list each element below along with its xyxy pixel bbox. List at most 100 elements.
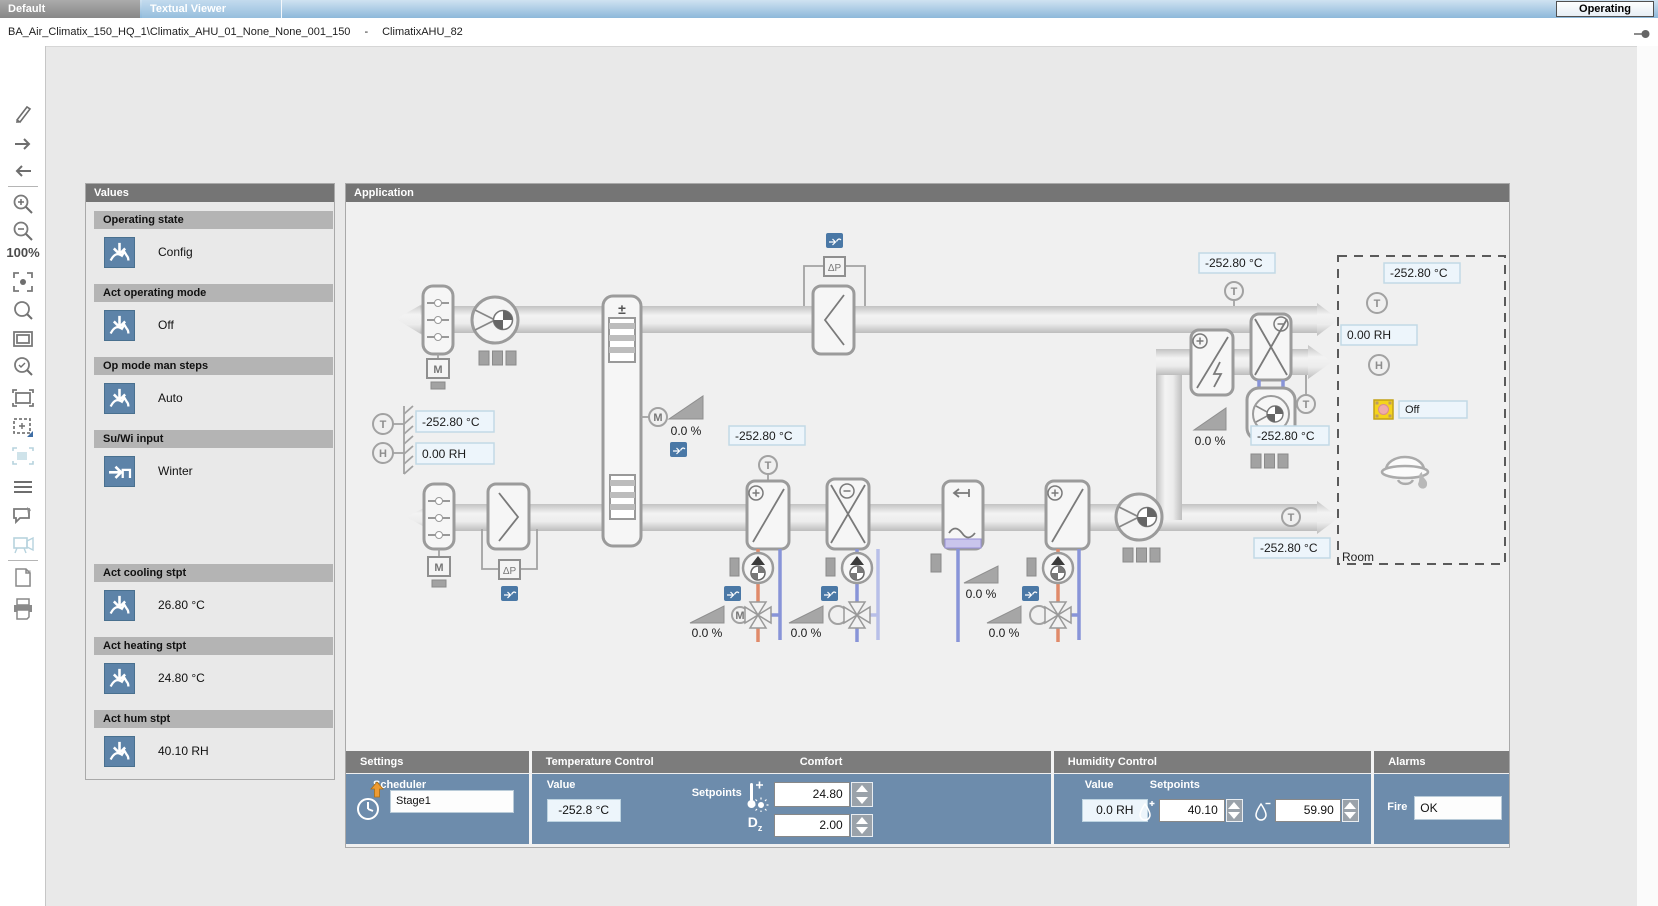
deadzone-setpoint-input[interactable]: 2.00 [774, 814, 850, 837]
pages-icon[interactable] [11, 566, 35, 590]
deadzone-setpoint-spinner[interactable] [851, 814, 873, 837]
op-mode-man-steps-value: Auto [158, 391, 183, 405]
svg-text:0.0 %: 0.0 % [966, 587, 997, 601]
zoom-level[interactable]: 100% [2, 245, 44, 260]
smoke-detector-icon[interactable] [1382, 457, 1428, 489]
act-cooling-stpt-value: 26.80 °C [158, 598, 205, 612]
svg-text:-252.80 °C: -252.80 °C [1257, 429, 1315, 443]
heat-recovery-actuator: M 0.0 % [641, 396, 703, 457]
svg-text:-252.80 °C: -252.80 °C [1260, 541, 1318, 555]
print-icon[interactable] [11, 596, 35, 620]
layers-icon[interactable] [11, 474, 35, 498]
svg-text:0.0 %: 0.0 % [671, 424, 702, 438]
hum-high-setpoint-input[interactable]: 59.90 [1275, 799, 1341, 822]
svg-text:T: T [765, 460, 772, 472]
comfort-setpoint-spinner[interactable] [851, 782, 873, 807]
zoom-out-icon[interactable] [11, 219, 35, 243]
extract-temp-sensor: T -252.80 °C [1199, 253, 1275, 306]
setpoint-button-icon[interactable] [104, 663, 135, 694]
room-zone: -252.80 °C T 0.00 RH H Off Room [1338, 256, 1505, 564]
svg-text:-252.80 °C: -252.80 °C [1390, 266, 1448, 280]
bottom-control-bar: Settings Temperature ControlComfort Humi… [346, 751, 1509, 844]
electric-heater[interactable]: 0.0 % [1191, 330, 1233, 448]
temperature-section: Value -252.8 °C Setpoints 24.80 Dz 2.00 [532, 774, 1051, 844]
temp-value-field[interactable]: -252.8 °C [547, 799, 621, 822]
zoom-in-icon[interactable] [11, 192, 35, 216]
svg-text:M: M [434, 562, 443, 574]
edit-pen-icon[interactable] [11, 102, 35, 126]
section-act-operating-mode: Act operating mode [94, 284, 333, 302]
operating-mode-button[interactable]: Operating [1556, 1, 1654, 17]
hum-low-setpoint-spinner[interactable] [1226, 799, 1243, 822]
heating-coil-1[interactable]: T -252.80 °C M 0.0 % [690, 426, 805, 642]
window-fit-icon[interactable] [11, 327, 35, 351]
values-panel: Values Operating state Config Act operat… [85, 183, 335, 780]
value-row: Winter [86, 448, 334, 494]
svg-text:T: T [1303, 399, 1310, 411]
temp-setpoints-label: Setpoints [692, 787, 742, 799]
svg-text:M: M [735, 610, 744, 622]
magnifier-icon[interactable] [11, 299, 35, 323]
act-operating-mode-value: Off [158, 318, 174, 332]
reheat-exchanger[interactable]: T -252.80 °C [1247, 314, 1329, 468]
alarms-header: Alarms [1374, 751, 1509, 773]
su-wi-input-value: Winter [158, 464, 193, 478]
hum-high-setpoint-spinner[interactable] [1342, 799, 1359, 822]
select-object-icon[interactable] [11, 444, 35, 468]
extract-damper[interactable]: M [423, 286, 453, 389]
pin-icon[interactable] [1634, 30, 1650, 38]
svg-text:H: H [1375, 360, 1383, 372]
breadcrumb-device: ClimatixAHU_82 [382, 26, 463, 38]
tab-textual-viewer[interactable]: Textual Viewer [142, 0, 282, 18]
svg-text:T: T [1374, 298, 1381, 310]
section-op-mode-man-steps: Op mode man steps [94, 357, 333, 375]
application-panel: Application [345, 183, 1510, 848]
heat-recovery-unit[interactable]: ± [603, 296, 641, 546]
svg-text:0.00 RH: 0.00 RH [1347, 328, 1391, 342]
setpoint-button-icon[interactable] [104, 310, 135, 341]
svg-text:-252.80 °C: -252.80 °C [735, 429, 793, 443]
section-act-hum-stpt: Act hum stpt [94, 710, 333, 728]
fire-alarm-icon[interactable] [1374, 400, 1393, 419]
setpoint-button-icon[interactable] [104, 237, 135, 268]
cooling-coil[interactable]: 0.0 % [789, 479, 878, 642]
hr-ramp-icon [669, 396, 703, 419]
breadcrumb: BA_Air_Climatix_150_HQ_1\Climatix_AHU_01… [0, 18, 1658, 47]
window-tab-bar: Default Textual Viewer Operating [0, 0, 1658, 18]
hum-low-setpoint-input[interactable]: 40.10 [1159, 799, 1225, 822]
svg-text:0.0 %: 0.0 % [989, 626, 1020, 640]
input-button-icon[interactable] [104, 456, 135, 487]
tab-default[interactable]: Default [0, 0, 140, 18]
dehumidify-setpoint-icon [1253, 800, 1271, 822]
back-arrow-icon[interactable] [11, 159, 35, 183]
fire-alarm-field[interactable]: OK [1414, 796, 1502, 820]
scheduler-input[interactable]: Stage1 [390, 790, 514, 813]
comfort-setpoint-input[interactable]: 24.80 [774, 782, 850, 807]
supply-damper[interactable]: M [424, 484, 454, 587]
forward-arrow-icon[interactable] [11, 132, 35, 156]
supply-filter[interactable]: ΔP [482, 484, 537, 601]
scheduler-override-arrow-icon [370, 782, 384, 798]
fire-label: Fire [1387, 801, 1407, 813]
value-row: 24.80 °C [86, 655, 334, 701]
svg-text:Off: Off [1405, 404, 1420, 416]
svg-text:H: H [379, 448, 387, 460]
value-row: Config [86, 229, 334, 275]
comment-icon[interactable] [11, 503, 35, 527]
setpoint-button-icon[interactable] [104, 590, 135, 621]
svg-text:-252.80 °C: -252.80 °C [422, 415, 480, 429]
fit-view-icon[interactable] [11, 270, 35, 294]
extract-filter[interactable]: ΔP [804, 233, 865, 354]
svg-text:M: M [433, 364, 442, 376]
pan-view-icon[interactable] [11, 415, 35, 439]
camera-icon[interactable] [11, 532, 35, 556]
section-operating-state: Operating state [94, 211, 333, 229]
setpoint-button-icon[interactable] [104, 736, 135, 767]
heater-ramp-icon [1194, 408, 1226, 430]
valve-ramp-icon [987, 606, 1021, 623]
extract-fan[interactable] [472, 297, 518, 343]
supply-fan[interactable] [1116, 494, 1162, 540]
zoom-selection-icon[interactable] [11, 355, 35, 379]
setpoint-button-icon[interactable] [104, 383, 135, 414]
select-area-icon[interactable] [11, 386, 35, 410]
